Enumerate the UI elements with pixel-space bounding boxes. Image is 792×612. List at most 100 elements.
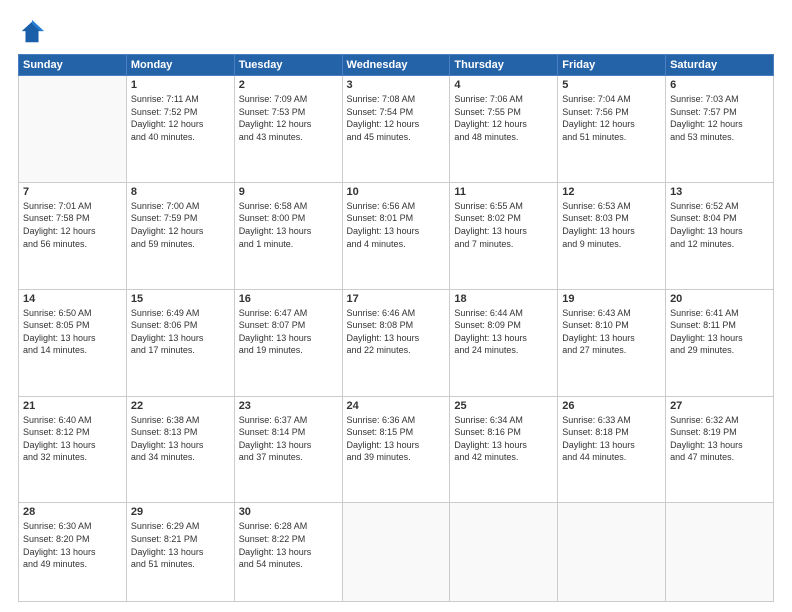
calendar-cell: 18 Sunrise: 6:44 AM Sunset: 8:09 PM Dayli…	[450, 289, 558, 396]
day-number: 28	[23, 506, 122, 518]
day-number: 17	[347, 293, 446, 305]
cell-info: Sunrise: 6:30 AM Sunset: 8:20 PM Dayligh…	[23, 520, 122, 570]
day-number: 8	[131, 186, 230, 198]
cell-info: Sunrise: 6:52 AM Sunset: 8:04 PM Dayligh…	[670, 200, 769, 250]
week-row-5: 28 Sunrise: 6:30 AM Sunset: 8:20 PM Dayli…	[19, 503, 774, 602]
cell-info: Sunrise: 6:47 AM Sunset: 8:07 PM Dayligh…	[239, 307, 338, 357]
day-number: 4	[454, 79, 553, 91]
cell-info: Sunrise: 6:33 AM Sunset: 8:18 PM Dayligh…	[562, 414, 661, 464]
calendar-cell: 17 Sunrise: 6:46 AM Sunset: 8:08 PM Dayli…	[342, 289, 450, 396]
day-number: 23	[239, 400, 338, 412]
cell-info: Sunrise: 6:44 AM Sunset: 8:09 PM Dayligh…	[454, 307, 553, 357]
day-number: 19	[562, 293, 661, 305]
calendar-header: SundayMondayTuesdayWednesdayThursdayFrid…	[19, 55, 774, 76]
day-number: 26	[562, 400, 661, 412]
calendar-cell: 5Sunrise: 7:04 AM Sunset: 7:56 PM Daylig…	[558, 76, 666, 183]
day-number: 18	[454, 293, 553, 305]
day-number: 30	[239, 506, 338, 518]
day-number: 7	[23, 186, 122, 198]
calendar-cell: 15 Sunrise: 6:49 AM Sunset: 8:06 PM Dayli…	[126, 289, 234, 396]
day-number: 12	[562, 186, 661, 198]
day-number: 15	[131, 293, 230, 305]
calendar-cell: 30 Sunrise: 6:28 AM Sunset: 8:22 PM Dayli…	[234, 503, 342, 602]
day-header-tuesday: Tuesday	[234, 55, 342, 76]
day-number: 13	[670, 186, 769, 198]
day-header-wednesday: Wednesday	[342, 55, 450, 76]
week-row-2: 7 Sunrise: 7:01 AM Sunset: 7:58 PM Daylig…	[19, 182, 774, 289]
calendar-cell	[558, 503, 666, 602]
calendar-body: 1 Sunrise: 7:11 AM Sunset: 7:52 PM Daylig…	[19, 76, 774, 602]
cell-info: Sunrise: 6:53 AM Sunset: 8:03 PM Dayligh…	[562, 200, 661, 250]
day-number: 21	[23, 400, 122, 412]
day-number: 6	[670, 79, 769, 91]
cell-info: Sunrise: 7:09 AM Sunset: 7:53 PM Dayligh…	[239, 93, 338, 143]
calendar-cell: 11 Sunrise: 6:55 AM Sunset: 8:02 PM Dayli…	[450, 182, 558, 289]
cell-info: Sunrise: 6:41 AM Sunset: 8:11 PM Dayligh…	[670, 307, 769, 357]
day-header-thursday: Thursday	[450, 55, 558, 76]
cell-info: Sunrise: 6:34 AM Sunset: 8:16 PM Dayligh…	[454, 414, 553, 464]
calendar-cell	[342, 503, 450, 602]
day-number: 22	[131, 400, 230, 412]
cell-info: Sunrise: 6:36 AM Sunset: 8:15 PM Dayligh…	[347, 414, 446, 464]
calendar-cell: 29 Sunrise: 6:29 AM Sunset: 8:21 PM Dayli…	[126, 503, 234, 602]
calendar-cell: 23 Sunrise: 6:37 AM Sunset: 8:14 PM Dayli…	[234, 396, 342, 503]
calendar-table: SundayMondayTuesdayWednesdayThursdayFrid…	[18, 54, 774, 602]
day-number: 11	[454, 186, 553, 198]
calendar-cell: 21Sunrise: 6:40 AM Sunset: 8:12 PM Dayli…	[19, 396, 127, 503]
day-header-monday: Monday	[126, 55, 234, 76]
header-row: SundayMondayTuesdayWednesdayThursdayFrid…	[19, 55, 774, 76]
day-number: 29	[131, 506, 230, 518]
calendar-cell: 7 Sunrise: 7:01 AM Sunset: 7:58 PM Daylig…	[19, 182, 127, 289]
cell-info: Sunrise: 7:08 AM Sunset: 7:54 PM Dayligh…	[347, 93, 446, 143]
day-number: 9	[239, 186, 338, 198]
day-number: 1	[131, 79, 230, 91]
calendar-cell	[19, 76, 127, 183]
cell-info: Sunrise: 6:28 AM Sunset: 8:22 PM Dayligh…	[239, 520, 338, 570]
calendar-cell: 8 Sunrise: 7:00 AM Sunset: 7:59 PM Daylig…	[126, 182, 234, 289]
calendar-cell: 1 Sunrise: 7:11 AM Sunset: 7:52 PM Daylig…	[126, 76, 234, 183]
cell-info: Sunrise: 7:11 AM Sunset: 7:52 PM Dayligh…	[131, 93, 230, 143]
week-row-1: 1 Sunrise: 7:11 AM Sunset: 7:52 PM Daylig…	[19, 76, 774, 183]
cell-info: Sunrise: 6:32 AM Sunset: 8:19 PM Dayligh…	[670, 414, 769, 464]
cell-info: Sunrise: 6:55 AM Sunset: 8:02 PM Dayligh…	[454, 200, 553, 250]
cell-info: Sunrise: 6:56 AM Sunset: 8:01 PM Dayligh…	[347, 200, 446, 250]
cell-info: Sunrise: 7:04 AM Sunset: 7:56 PM Dayligh…	[562, 93, 661, 143]
calendar-cell	[450, 503, 558, 602]
cell-info: Sunrise: 7:00 AM Sunset: 7:59 PM Dayligh…	[131, 200, 230, 250]
calendar-cell: 10 Sunrise: 6:56 AM Sunset: 8:01 PM Dayli…	[342, 182, 450, 289]
calendar-cell: 27 Sunrise: 6:32 AM Sunset: 8:19 PM Dayli…	[666, 396, 774, 503]
day-header-friday: Friday	[558, 55, 666, 76]
calendar-cell: 2 Sunrise: 7:09 AM Sunset: 7:53 PM Daylig…	[234, 76, 342, 183]
cell-info: Sunrise: 6:58 AM Sunset: 8:00 PM Dayligh…	[239, 200, 338, 250]
calendar-cell	[666, 503, 774, 602]
week-row-3: 14Sunrise: 6:50 AM Sunset: 8:05 PM Dayli…	[19, 289, 774, 396]
page: SundayMondayTuesdayWednesdayThursdayFrid…	[0, 0, 792, 612]
day-number: 20	[670, 293, 769, 305]
day-number: 25	[454, 400, 553, 412]
header	[18, 18, 774, 46]
calendar-cell: 20 Sunrise: 6:41 AM Sunset: 8:11 PM Dayli…	[666, 289, 774, 396]
calendar-cell: 22Sunrise: 6:38 AM Sunset: 8:13 PM Dayli…	[126, 396, 234, 503]
cell-info: Sunrise: 6:46 AM Sunset: 8:08 PM Dayligh…	[347, 307, 446, 357]
cell-info: Sunrise: 7:01 AM Sunset: 7:58 PM Dayligh…	[23, 200, 122, 250]
logo	[18, 18, 50, 46]
cell-info: Sunrise: 7:03 AM Sunset: 7:57 PM Dayligh…	[670, 93, 769, 143]
cell-info: Sunrise: 6:43 AM Sunset: 8:10 PM Dayligh…	[562, 307, 661, 357]
day-number: 2	[239, 79, 338, 91]
calendar-cell: 24 Sunrise: 6:36 AM Sunset: 8:15 PM Dayli…	[342, 396, 450, 503]
cell-info: Sunrise: 6:49 AM Sunset: 8:06 PM Dayligh…	[131, 307, 230, 357]
calendar-cell: 19 Sunrise: 6:43 AM Sunset: 8:10 PM Dayli…	[558, 289, 666, 396]
day-number: 16	[239, 293, 338, 305]
day-header-saturday: Saturday	[666, 55, 774, 76]
cell-info: Sunrise: 7:06 AM Sunset: 7:55 PM Dayligh…	[454, 93, 553, 143]
day-number: 10	[347, 186, 446, 198]
logo-icon	[18, 18, 46, 46]
day-number: 14	[23, 293, 122, 305]
day-number: 27	[670, 400, 769, 412]
calendar-cell: 14Sunrise: 6:50 AM Sunset: 8:05 PM Dayli…	[19, 289, 127, 396]
cell-info: Sunrise: 6:29 AM Sunset: 8:21 PM Dayligh…	[131, 520, 230, 570]
day-number: 24	[347, 400, 446, 412]
cell-info: Sunrise: 6:37 AM Sunset: 8:14 PM Dayligh…	[239, 414, 338, 464]
calendar-cell: 16 Sunrise: 6:47 AM Sunset: 8:07 PM Dayli…	[234, 289, 342, 396]
calendar-cell: 9 Sunrise: 6:58 AM Sunset: 8:00 PM Daylig…	[234, 182, 342, 289]
